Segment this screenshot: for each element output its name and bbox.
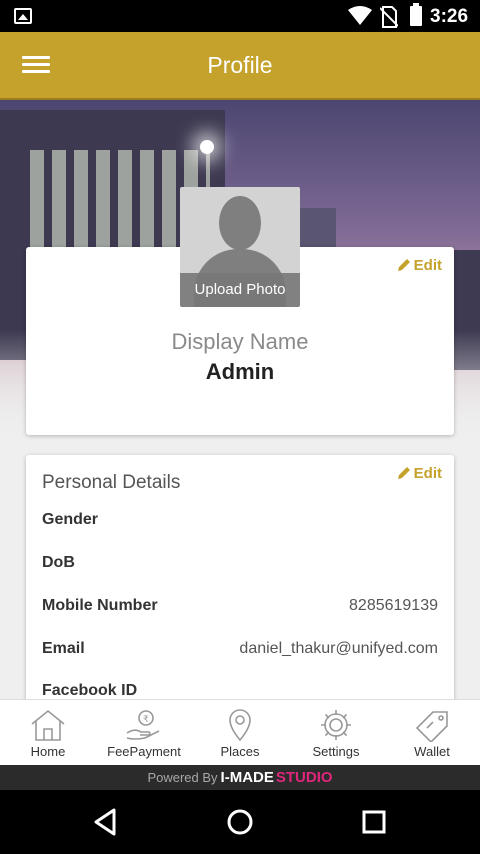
edit-label: Edit [413,257,442,274]
edit-profile-button[interactable]: Edit [397,257,442,274]
upload-photo-label: Upload Photo [180,273,300,307]
detail-row-dob: DoB [42,554,438,578]
nav-label: FeePayment [107,744,181,759]
recents-icon[interactable] [356,804,392,840]
display-name-value: Admin [205,359,275,384]
nav-label: Wallet [414,744,450,759]
nav-label: Settings [312,744,360,759]
detail-row-mobile: Mobile Number 8285619139 [42,597,438,621]
detail-label: Gender [42,511,99,528]
places-icon [229,709,251,742]
powered-by-banner: Powered By I-MADE STUDIO [0,765,480,790]
detail-value: 8285619139 [349,597,438,614]
nav-label: Places [220,744,260,759]
nav-fee-payment[interactable]: ₹ FeePayment [96,700,192,766]
detail-value: daniel_thakur@unifyed.com [239,640,438,657]
detail-label: Mobile Number [42,597,158,614]
page-title: Profile [207,52,273,78]
detail-label: DoB [42,554,75,571]
personal-details-card: Personal Details Edit Gender DoB Mobile … [26,455,454,715]
detail-label: Facebook ID [42,682,138,699]
brand-logo-suffix: STUDIO [275,769,333,786]
no-sim-icon [380,6,398,28]
status-bar: 3:26 [0,0,480,32]
nav-wallet[interactable]: Wallet [384,700,480,766]
wallet-icon [415,711,448,742]
gear-icon [321,710,351,740]
battery-icon [410,3,422,26]
brand-logo: I-MADE [220,769,274,786]
edit-label: Edit [413,465,442,482]
home-circle-icon[interactable] [222,804,258,840]
edit-personal-details-button[interactable]: Edit [397,465,442,482]
pencil-icon [397,467,410,479]
nav-settings[interactable]: Settings [288,700,384,766]
svg-text:₹: ₹ [143,714,149,724]
wifi-icon [348,6,372,25]
nav-label: Home [30,744,66,759]
avatar-placeholder-icon [219,196,261,250]
fee-payment-icon: ₹ [126,710,160,740]
system-nav-bar [0,790,480,854]
image-notification-icon [14,8,32,24]
nav-places[interactable]: Places [192,700,288,766]
detail-row-email: Email daniel_thakur@unifyed.com [42,640,438,664]
back-icon[interactable] [88,804,124,840]
upload-photo-button[interactable]: Upload Photo [180,187,300,307]
nav-home[interactable]: Home [0,700,96,766]
bottom-nav: Home ₹ FeePayment Places Settings Wallet [0,699,480,765]
powered-by-text: Powered By [147,770,218,785]
personal-details-title: Personal Details [42,472,181,493]
detail-label: Email [42,640,85,657]
display-name-label: Display Name [171,329,309,354]
app-bar: Profile [0,32,480,100]
detail-row-gender: Gender [42,511,438,535]
pencil-icon [397,259,410,271]
home-icon [31,709,65,741]
status-time: 3:26 [430,6,469,27]
